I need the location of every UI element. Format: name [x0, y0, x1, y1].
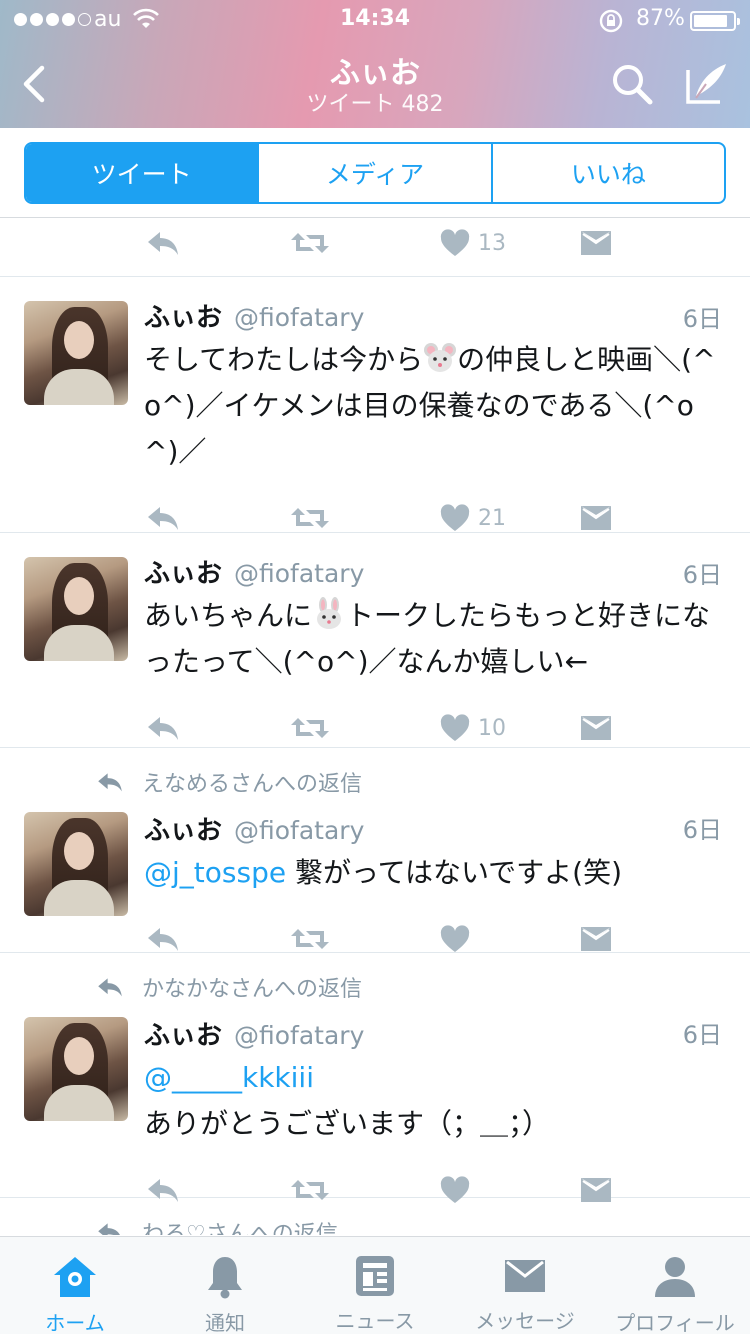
tweet-item[interactable]: かなかなさんへの返信 ふぃお @fiofatary 6日 @_____kkkii…	[0, 953, 750, 1203]
user-handle[interactable]: @fiofatary	[234, 1021, 364, 1050]
like-heart-icon[interactable]: 21	[440, 504, 506, 532]
profile-icon	[655, 1257, 695, 1297]
tweet-actions: 13	[0, 221, 750, 265]
mention-link[interactable]: @j_tosspe	[144, 856, 286, 889]
reply-context-icon	[98, 978, 122, 997]
tab-label: プロフィール	[615, 1311, 735, 1334]
reply-context[interactable]: えなめるさんへの返信	[96, 766, 362, 798]
like-count: 21	[478, 505, 506, 531]
like-heart-icon[interactable]: 13	[440, 229, 506, 257]
like-heart-icon[interactable]	[440, 925, 470, 953]
display-name[interactable]: ふぃお	[144, 553, 222, 590]
direct-message-icon[interactable]	[580, 505, 612, 531]
direct-message-icon[interactable]	[580, 715, 612, 741]
tweet-text: そしてわたしは今から の仲良しと映画＼(^o^)／イケメンは目の保養なのである＼…	[144, 337, 726, 475]
news-icon	[356, 1256, 394, 1296]
tweet-text-part: 繋がってはないですよ(笑)	[286, 856, 623, 889]
mention-link[interactable]: @_____kkkiii	[144, 1061, 314, 1094]
tab-tweets[interactable]: ツイート	[26, 144, 260, 202]
user-handle[interactable]: @fiofatary	[234, 303, 364, 332]
retweet-icon[interactable]	[290, 714, 330, 742]
direct-message-icon[interactable]	[580, 926, 612, 952]
display-name[interactable]: ふぃお	[144, 810, 222, 847]
tweet-text-part: あいちゃんに	[144, 599, 313, 632]
timeline-segmented-control: ツイート メディア いいね	[24, 142, 726, 204]
status-bar: au 14:34 87%	[0, 0, 750, 40]
rabbit-face-icon	[317, 597, 342, 629]
reply-context[interactable]: かなかなさんへの返信	[96, 971, 362, 1003]
tab-news[interactable]: ニュース	[300, 1237, 450, 1334]
tab-label: 通知	[205, 1311, 245, 1334]
tweet-item[interactable]: えなめるさんへの返信 ふぃお @fiofatary 6日 @j_tosspe 繋…	[0, 748, 750, 953]
tab-label: ホーム	[45, 1311, 105, 1334]
tweet-text: @j_tosspe 繋がってはないですよ(笑)	[144, 850, 726, 896]
avatar[interactable]	[24, 1017, 128, 1121]
reply-icon[interactable]	[146, 229, 180, 257]
tweet-text: あいちゃんに トークしたらもっと好きになったって＼(^o^)／なんか嬉しい←	[144, 593, 726, 685]
tweet-text-part: そしてわたしは今から	[144, 343, 424, 376]
rotation-lock-icon	[599, 9, 623, 33]
battery-percent: 87%	[636, 6, 685, 31]
tab-media[interactable]: メディア	[259, 144, 493, 202]
tab-label: ニュース	[335, 1309, 415, 1333]
display-name[interactable]: ふぃお	[144, 1015, 222, 1052]
tweet-date: 6日	[682, 305, 722, 333]
tweet-date: 6日	[682, 561, 722, 589]
retweet-icon[interactable]	[290, 925, 330, 953]
reply-context-icon	[98, 1223, 120, 1235]
envelope-icon	[505, 1260, 545, 1292]
reply-icon[interactable]	[146, 925, 180, 953]
tweet-timeline[interactable]: 13 ふぃお @fiofatary 6日 そしてわたしは今から の仲良しと映画＼…	[0, 219, 750, 1235]
battery-icon	[690, 11, 740, 31]
reply-context-text: かなかなさんへの返信	[142, 977, 363, 1002]
tab-label: メッセージ	[475, 1309, 575, 1333]
tweet-partial[interactable]: 13	[0, 219, 750, 277]
reply-context-text: えなめるさんへの返信	[142, 772, 363, 797]
retweet-icon[interactable]	[290, 504, 330, 532]
reply-icon[interactable]	[146, 504, 180, 532]
retweet-icon[interactable]	[290, 229, 330, 257]
tweet-text: @_____kkkiii ありがとうございます（；＿；）	[144, 1055, 726, 1147]
tweet-date: 6日	[682, 816, 722, 844]
profile-header: au 14:34 87% ふぃお ツイート 482	[0, 0, 750, 128]
reply-context-icon	[98, 773, 122, 792]
tweet-date: 6日	[682, 1021, 722, 1049]
user-handle[interactable]: @fiofatary	[234, 816, 364, 845]
tweet-item[interactable]: ふぃお @fiofatary 6日 あいちゃんに トークしたらもっと好きになった…	[0, 533, 750, 748]
tab-likes[interactable]: いいね	[493, 144, 724, 202]
user-handle[interactable]: @fiofatary	[234, 559, 364, 588]
tab-notifications[interactable]: 通知	[150, 1237, 300, 1334]
reply-context-text: わろ♡さんへの返信	[142, 1222, 338, 1235]
avatar[interactable]	[24, 557, 128, 661]
segment-bar: ツイート メディア いいね	[0, 128, 750, 218]
tab-home[interactable]: ホーム	[0, 1237, 150, 1334]
tweet-item[interactable]: ふぃお @fiofatary 6日 そしてわたしは今から の仲良しと映画＼(^o…	[0, 277, 750, 533]
compose-tweet-icon[interactable]	[682, 60, 730, 108]
like-count: 10	[478, 715, 506, 741]
tab-profile[interactable]: プロフィール	[600, 1237, 750, 1334]
reply-context[interactable]: わろ♡さんへの返信	[96, 1216, 338, 1235]
display-name[interactable]: ふぃお	[144, 297, 222, 334]
avatar[interactable]	[24, 301, 128, 405]
reply-icon[interactable]	[146, 714, 180, 742]
search-icon[interactable]	[610, 62, 654, 106]
tweet-text-part: ありがとうございます（；＿；）	[144, 1107, 551, 1140]
like-heart-icon[interactable]: 10	[440, 714, 506, 742]
like-count: 13	[478, 230, 506, 256]
bell-icon	[208, 1257, 242, 1299]
tweet-item-partial[interactable]: わろ♡さんへの返信	[0, 1198, 750, 1235]
avatar[interactable]	[24, 812, 128, 916]
bottom-tab-bar: ホーム 通知 ニュース メッセージ プロフィール	[0, 1236, 750, 1334]
home-icon	[54, 1257, 96, 1297]
mouse-face-icon	[424, 343, 457, 372]
tab-messages[interactable]: メッセージ	[450, 1237, 600, 1334]
direct-message-icon[interactable]	[580, 230, 612, 256]
